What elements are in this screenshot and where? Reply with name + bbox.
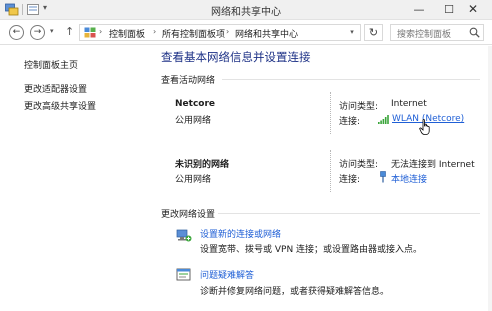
setup-new-connection-description: 设置宽带、拨号或 VPN 连接；或设置路由器或接入点。 <box>200 245 423 255</box>
troubleshoot-description: 诊断并修复网络问题，或者获得疑难解答信息。 <box>200 287 390 297</box>
sidebar-item-change-advanced-sharing[interactable]: 更改高级共享设置 <box>24 99 96 112</box>
breadcrumb-network-center[interactable]: 网络和共享中心 <box>235 27 298 40</box>
refresh-icon: ↻ <box>368 26 379 39</box>
control-panel-icon <box>84 27 96 38</box>
maximize-button[interactable]: ☐ <box>438 2 460 17</box>
connection-label: 连接: <box>339 117 361 127</box>
window-right-border <box>488 46 492 311</box>
network-type: 公用网络 <box>175 175 212 185</box>
minimize-button[interactable]: — <box>408 2 430 17</box>
network-divider <box>330 92 331 134</box>
breadcrumb-control-panel[interactable]: 控制面板 <box>109 27 145 40</box>
address-field[interactable]: › 控制面板 › 所有控制面板项 › 网络和共享中心 ▾ <box>79 24 361 41</box>
setup-new-connection-link[interactable]: 设置新的连接或网络 <box>200 227 281 240</box>
sidebar: 控制面板主页 更改适配器设置 更改高级共享设置 <box>0 46 152 311</box>
troubleshoot-icon <box>176 268 191 281</box>
page-title: 查看基本网络信息并设置连接 <box>161 50 311 64</box>
close-button[interactable]: ✕ <box>462 2 484 17</box>
active-networks-heading: 查看活动网络 <box>161 76 216 86</box>
address-bar: ← → ▾ ↑ › 控制面板 › 所有控制面板项 › 网络和共享中心 ▾ ↻ 搜… <box>0 21 492 45</box>
search-icon <box>469 27 480 38</box>
breadcrumb-separator-icon: › <box>153 27 157 36</box>
access-type-label: 访问类型: <box>339 102 379 112</box>
troubleshoot-link[interactable]: 问题疑难解答 <box>200 268 254 281</box>
access-type-label: 访问类型: <box>339 160 379 170</box>
section-divider <box>222 79 480 80</box>
breadcrumb-separator-icon: › <box>99 27 103 36</box>
connection-label: 连接: <box>339 175 361 185</box>
breadcrumb-all-items[interactable]: 所有控制面板项 <box>162 27 225 40</box>
sidebar-item-change-adapter-settings[interactable]: 更改适配器设置 <box>24 82 87 95</box>
new-connection-icon <box>176 229 192 242</box>
change-settings-heading: 更改网络设置 <box>161 210 216 220</box>
back-button[interactable]: ← <box>9 25 24 40</box>
arrow-right-icon: → <box>33 27 42 37</box>
connection-link-local[interactable]: 本地连接 <box>391 172 427 185</box>
recent-locations-dropdown-icon[interactable]: ▾ <box>50 27 54 35</box>
up-arrow-icon[interactable]: ↑ <box>65 25 74 38</box>
forward-button[interactable]: → <box>30 25 45 40</box>
refresh-button[interactable]: ↻ <box>364 24 383 41</box>
ethernet-icon <box>380 171 386 183</box>
search-input[interactable]: 搜索控制面板 <box>390 24 484 41</box>
network-type: 公用网络 <box>175 116 212 126</box>
hand-cursor-icon <box>419 119 430 135</box>
section-divider <box>218 213 480 214</box>
search-placeholder: 搜索控制面板 <box>397 30 452 40</box>
breadcrumb-separator-icon: › <box>226 27 230 36</box>
title-bar: ▾ 网络和共享中心 — ☐ ✕ <box>0 0 492 20</box>
access-type-value: Internet <box>391 99 427 109</box>
arrow-left-icon: ← <box>12 27 21 37</box>
sidebar-item-control-panel-home[interactable]: 控制面板主页 <box>24 58 78 71</box>
wifi-signal-icon <box>378 115 389 124</box>
network-divider <box>330 150 331 192</box>
address-dropdown-icon[interactable]: ▾ <box>344 25 360 40</box>
access-type-value: 无法连接到 Internet <box>391 160 475 170</box>
network-name: 未识别的网络 <box>175 160 230 170</box>
network-name: Netcore <box>175 99 215 109</box>
